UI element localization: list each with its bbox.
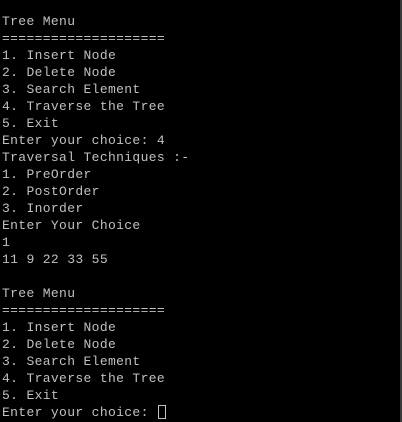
menu-option-search: 3. Search Element <box>2 82 141 97</box>
menu-option-insert: 1. Insert Node <box>2 48 117 63</box>
menu-option-delete: 2. Delete Node <box>2 337 117 352</box>
menu-option-insert: 1. Insert Node <box>2 320 117 335</box>
menu-option-search: 3. Search Element <box>2 354 141 369</box>
menu-option-exit: 5. Exit <box>2 116 60 131</box>
menu-title: Tree Menu <box>2 286 76 301</box>
choice-entry: Enter your choice: 4 <box>2 133 166 148</box>
traversal-title: Traversal Techniques :- <box>2 150 190 165</box>
traversal-option-inorder: 3. Inorder <box>2 201 84 216</box>
menu-option-delete: 2. Delete Node <box>2 65 117 80</box>
console-window[interactable]: Tree Menu ==================== 1. Insert… <box>0 0 402 422</box>
traversal-option-postorder: 2. PostOrder <box>2 184 100 199</box>
traversal-option-preorder: 1. PreOrder <box>2 167 92 182</box>
traversal-choice-entry: 1 <box>2 235 11 250</box>
text-cursor[interactable] <box>157 405 166 419</box>
menu-separator: ==================== <box>2 303 166 318</box>
traversal-output: 11 9 22 33 55 <box>2 252 108 267</box>
input-prompt: Enter your choice: <box>2 405 157 420</box>
menu-option-traverse: 4. Traverse the Tree <box>2 371 166 386</box>
traversal-prompt: Enter Your Choice <box>2 218 141 233</box>
menu-title: Tree Menu <box>2 14 76 29</box>
menu-option-traverse: 4. Traverse the Tree <box>2 99 166 114</box>
input-line[interactable]: Enter your choice: <box>2 404 402 421</box>
menu-separator: ==================== <box>2 31 166 46</box>
menu-option-exit: 5. Exit <box>2 388 60 403</box>
